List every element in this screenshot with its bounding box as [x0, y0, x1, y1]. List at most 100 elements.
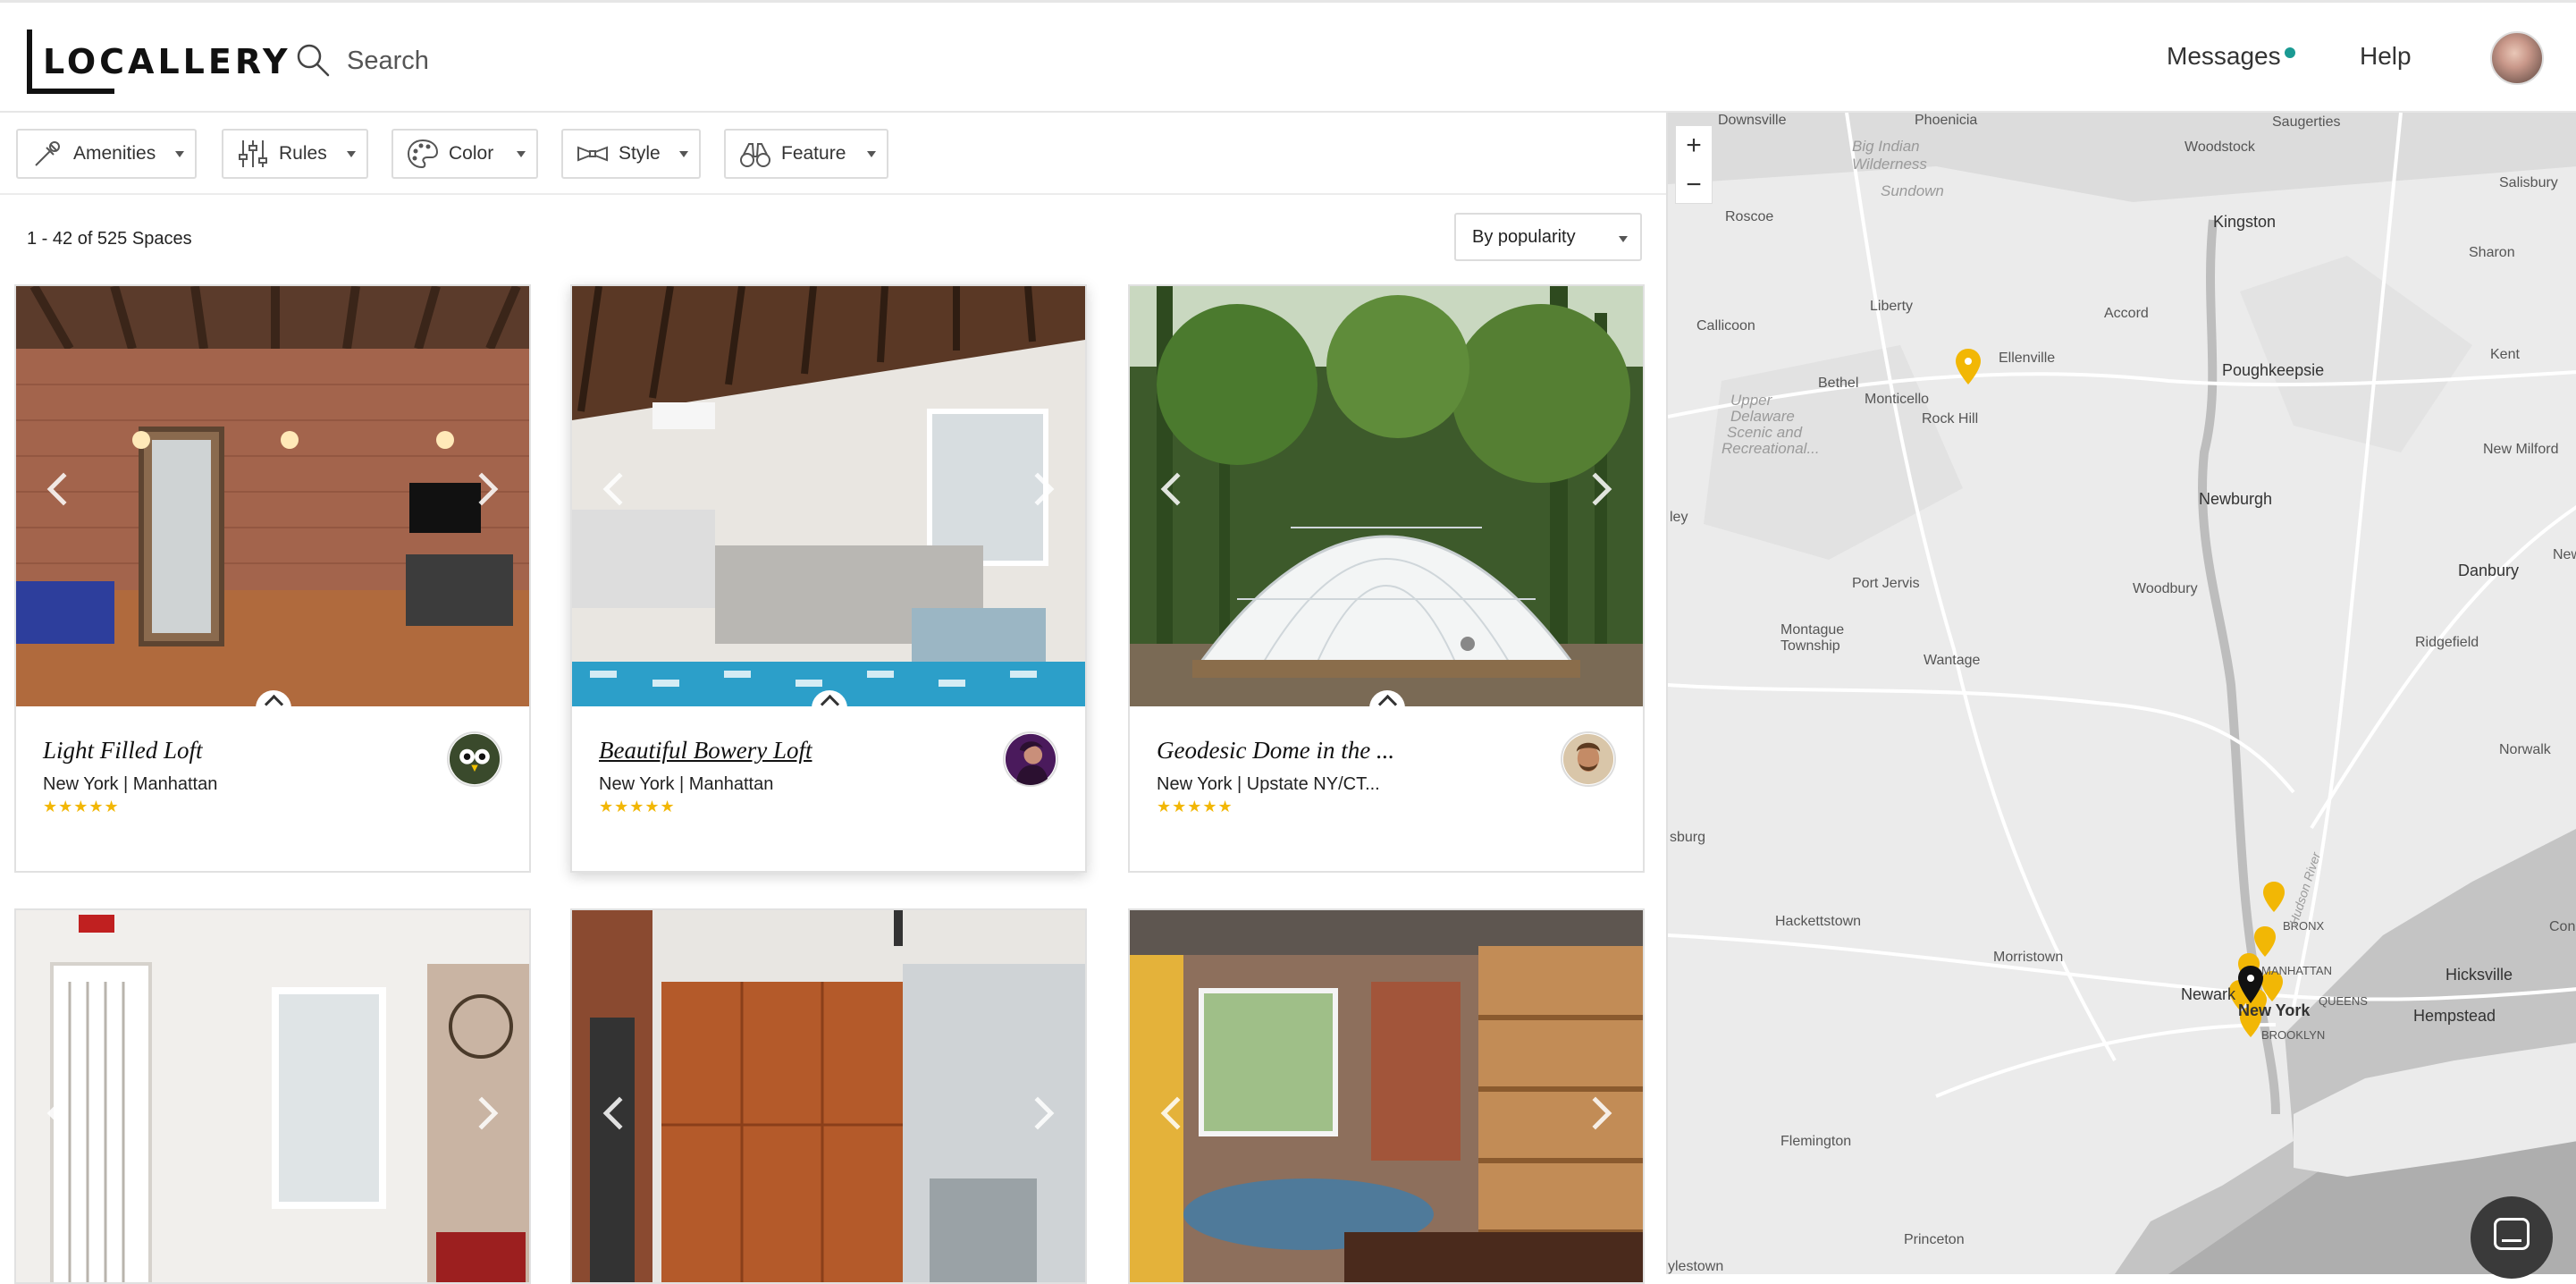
host-avatar-woman[interactable] [1003, 731, 1058, 787]
listing-card[interactable]: Light Filled Loft New York | Manhattan ★… [14, 284, 531, 873]
map-label: Princeton [1904, 1232, 1965, 1247]
host-avatar-owl[interactable] [447, 731, 502, 787]
binoculars-icon [740, 143, 770, 167]
zoom-out-button[interactable]: − [1676, 165, 1712, 205]
listing-card[interactable] [570, 908, 1087, 1284]
map-label: Big Indian [1852, 138, 1920, 155]
map-label: Upper [1730, 392, 1772, 409]
map-label: Bethel [1818, 376, 1859, 391]
rules-sliders-icon [239, 140, 267, 167]
listing-title[interactable]: Light Filled Loft [43, 737, 203, 764]
map-label: Ellenville [1999, 351, 2056, 366]
map-label: Delaware [1730, 408, 1795, 425]
map-label: Woodstock [2185, 139, 2255, 155]
listing-info: Light Filled Loft New York | Manhattan ★… [16, 706, 529, 871]
map-label: Poughkeepsie [2222, 361, 2325, 379]
map-label: QUEENS [2319, 994, 2368, 1008]
sort-value: By popularity [1472, 227, 1576, 247]
map-label: New York [2238, 1001, 2311, 1019]
top-header: LOCALLERY Messages Help [0, 0, 2576, 113]
listing-title[interactable]: Geodesic Dome in the ... [1157, 737, 1394, 764]
map-label: New [2553, 547, 2576, 562]
map-label: Monticello [1865, 392, 1930, 407]
listing-card[interactable] [1128, 908, 1645, 1284]
map-label: Kingston [2213, 213, 2277, 231]
map-label: Salisbury [2499, 175, 2558, 190]
map-label: Hicksville [2446, 966, 2513, 984]
listing-location: New York | Manhattan [599, 774, 774, 794]
map-label: Wantage [1924, 653, 1981, 668]
unread-dot [2285, 47, 2295, 58]
map-label: Phoenicia [1915, 113, 1978, 128]
map-label: Hackettstown [1775, 914, 1862, 929]
rating-stars: ★★★★★ [1157, 798, 1233, 815]
chat-support-button[interactable] [2471, 1196, 2553, 1279]
filter-amenities[interactable]: Amenities [16, 129, 197, 179]
map-label: Sharon [2469, 245, 2515, 260]
map-label: New Milford [2483, 442, 2559, 457]
listing-location: New York | Manhattan [43, 774, 218, 794]
filter-feature[interactable]: Feature [724, 129, 888, 179]
listing-card[interactable] [14, 908, 531, 1284]
chevron-down-icon [1619, 236, 1628, 242]
map-label: Montague [1780, 622, 1845, 638]
logo-text: LOCALLERY [43, 42, 291, 81]
filter-color[interactable]: Color [391, 129, 538, 179]
listing-photo[interactable] [16, 910, 529, 1282]
locallery-logo[interactable]: LOCALLERY [27, 30, 288, 94]
amenities-icon [35, 141, 60, 166]
filter-label: Amenities [73, 143, 156, 164]
map-label: BROOKLYN [2261, 1028, 2326, 1042]
map-label: Downsville [1718, 113, 1787, 128]
sort-dropdown[interactable]: By popularity [1454, 213, 1642, 261]
listing-card[interactable]: Beautiful Bowery Loft New York | Manhatt… [570, 284, 1087, 873]
listing-photo[interactable] [16, 286, 529, 706]
map-label: Morristown [1993, 950, 2064, 965]
listing-photo[interactable] [1130, 286, 1643, 706]
chevron-down-icon [679, 151, 688, 157]
map-label: Rock Hill [1922, 411, 1979, 427]
map-label: ylestown [1668, 1259, 1724, 1274]
map-label: Con [2549, 919, 2576, 934]
chevron-down-icon [175, 151, 184, 157]
filter-rules[interactable]: Rules [222, 129, 368, 179]
search-input[interactable] [347, 40, 812, 81]
listing-location: New York | Upstate NY/CT... [1157, 774, 1380, 794]
map-label: Danbury [2458, 562, 2520, 579]
search-bar[interactable] [295, 38, 831, 83]
bowtie-icon [577, 146, 608, 162]
results-count: 1 - 42 of 525 Spaces [27, 229, 192, 249]
map-label: Newark [2181, 985, 2236, 1003]
filter-label: Rules [279, 143, 327, 164]
rating-stars: ★★★★★ [43, 798, 120, 815]
results-map[interactable]: Downsville Phoenicia Saugerties Big Indi… [1666, 113, 2576, 1274]
map-label: Port Jervis [1852, 576, 1920, 591]
map-canvas [1668, 113, 2576, 1274]
chevron-down-icon [517, 151, 526, 157]
user-avatar[interactable] [2490, 31, 2544, 85]
filter-style[interactable]: Style [561, 129, 701, 179]
listing-info: Beautiful Bowery Loft New York | Manhatt… [572, 706, 1085, 871]
help-link[interactable]: Help [2360, 42, 2412, 71]
map-label: sburg [1670, 830, 1706, 845]
map-label: Ridgefield [2415, 635, 2479, 650]
map-label: Norwalk [2499, 742, 2551, 757]
map-label: Scenic and [1727, 424, 1803, 441]
map-label: ley [1670, 510, 1688, 525]
messages-link[interactable]: Messages [2167, 42, 2281, 71]
chevron-down-icon [867, 151, 876, 157]
map-label: Recreational... [1722, 440, 1820, 457]
map-label: MANHATTAN [2261, 964, 2332, 977]
listing-photo[interactable] [1130, 910, 1643, 1282]
map-label: Newburgh [2199, 490, 2273, 508]
listing-title[interactable]: Beautiful Bowery Loft [599, 737, 812, 764]
zoom-in-button[interactable]: + [1676, 126, 1712, 165]
listing-info: Geodesic Dome in the ... New York | Upst… [1130, 706, 1643, 871]
host-avatar-man[interactable] [1561, 731, 1616, 787]
listing-photo[interactable] [572, 286, 1085, 706]
filter-label: Color [449, 143, 494, 164]
map-label: Liberty [1870, 299, 1914, 314]
map-label: Hempstead [2413, 1007, 2496, 1025]
listing-photo[interactable] [572, 910, 1085, 1282]
listing-card[interactable]: Geodesic Dome in the ... New York | Upst… [1128, 284, 1645, 873]
